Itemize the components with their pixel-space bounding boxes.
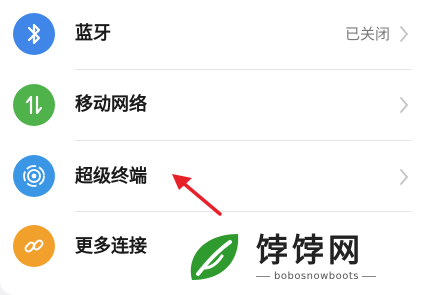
bluetooth-status: 已关闭 (344, 25, 390, 43)
bluetooth-row[interactable]: 蓝牙 已关闭 (0, 0, 424, 69)
divider (256, 276, 270, 277)
bluetooth-icon (13, 13, 55, 55)
mobile-network-icon (13, 84, 55, 126)
more-connections-icon (13, 225, 55, 267)
annotation-arrow (172, 174, 222, 216)
watermark-title: 饽饽网 (256, 231, 365, 269)
bluetooth-label: 蓝牙 (75, 23, 111, 44)
super-device-icon (13, 155, 55, 197)
super-device-label: 超级终端 (75, 166, 147, 187)
more-connections-label: 更多连接 (75, 236, 147, 257)
mobile-network-row[interactable]: 移动网络 (0, 70, 424, 139)
divider (362, 276, 376, 277)
watermark-subtitle: bobosnowboots (274, 271, 359, 282)
chevron-right-icon (400, 26, 409, 42)
watermark: 饽饽网 bobosnowboots (172, 224, 424, 295)
chevron-right-icon (400, 169, 409, 185)
mobile-network-label: 移动网络 (75, 94, 147, 115)
chevron-right-icon (400, 97, 409, 113)
leaf-logo-icon (190, 234, 239, 280)
